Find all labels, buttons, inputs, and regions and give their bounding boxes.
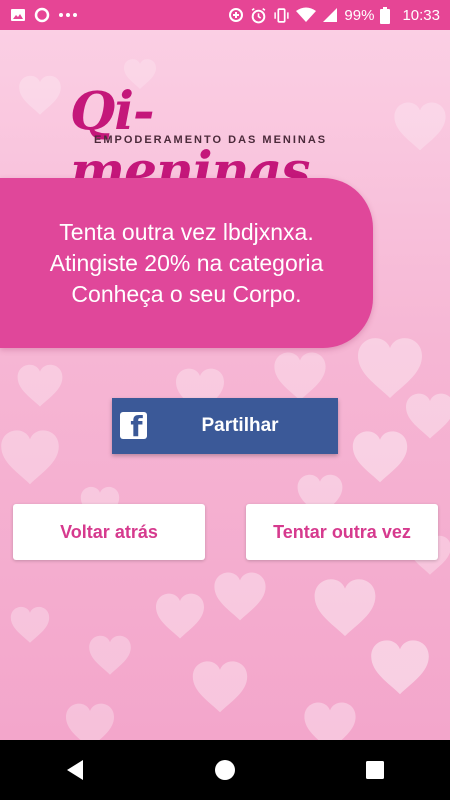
nav-home-button[interactable]	[195, 740, 255, 800]
logo-tagline: EMPODERAMENTO DAS MENINAS	[94, 134, 328, 146]
signal-icon	[323, 8, 338, 22]
facebook-share-button[interactable]: f Partilhar	[112, 398, 338, 454]
back-icon	[67, 760, 83, 780]
app-logo: Qi-meninas	[70, 82, 390, 202]
alarm-icon	[252, 7, 266, 23]
recents-icon	[366, 761, 384, 779]
navigation-bar	[0, 740, 450, 800]
retry-button[interactable]: Tentar outra vez	[246, 504, 438, 560]
share-button-label: Partilhar	[201, 415, 279, 436]
wifi-icon	[296, 7, 317, 22]
back-button[interactable]: Voltar atrás	[13, 504, 205, 560]
nav-recents-button[interactable]	[345, 740, 405, 800]
vibrate-icon	[274, 7, 290, 23]
status-bar-right: 99% 10:33	[228, 6, 440, 24]
data-saver-icon	[229, 8, 244, 22]
battery-level: 99%	[344, 6, 375, 24]
image-icon	[11, 9, 25, 21]
more-dots-icon	[59, 13, 77, 17]
main-content: Qi-meninas EMPODERAMENTO DAS MENINAS Ten…	[0, 30, 450, 740]
clock: 10:33	[402, 6, 440, 24]
result-message: Tenta outra vez lbdjxnxa. Atingiste 20% …	[49, 218, 324, 307]
status-bar-left	[10, 7, 78, 23]
home-icon	[215, 760, 235, 780]
result-banner: Tenta outra vez lbdjxnxa. Atingiste 20% …	[0, 178, 373, 348]
circle-icon	[34, 7, 50, 23]
battery-icon	[380, 6, 391, 24]
status-bar: 99% 10:33	[0, 0, 450, 30]
nav-back-button[interactable]	[45, 740, 105, 800]
